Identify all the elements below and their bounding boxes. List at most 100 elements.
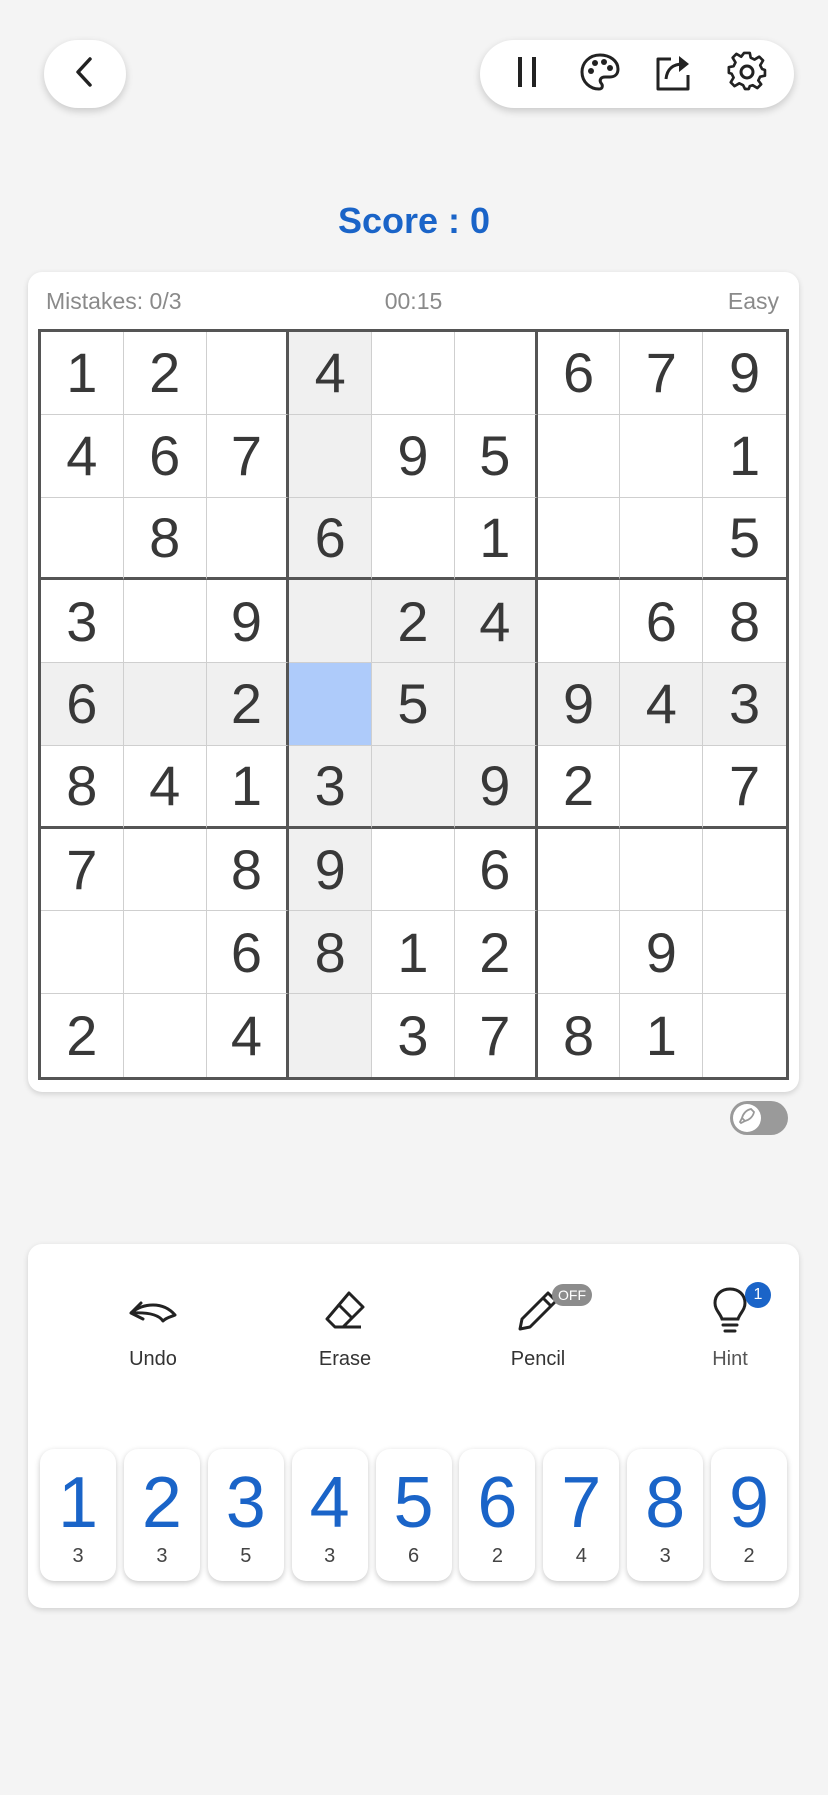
back-button[interactable] xyxy=(44,40,126,108)
grid-cell[interactable]: 7 xyxy=(454,994,538,1077)
grid-cell[interactable] xyxy=(537,414,621,498)
grid-cell[interactable]: 7 xyxy=(41,828,124,912)
number-key-2[interactable]: 23 xyxy=(123,1449,200,1581)
grid-cell[interactable] xyxy=(703,828,786,912)
grid-cell[interactable]: 8 xyxy=(537,994,621,1077)
erase-button[interactable]: Erase xyxy=(275,1280,415,1371)
grid-cell[interactable]: 9 xyxy=(289,828,373,912)
grid-cell[interactable]: 1 xyxy=(41,332,124,415)
grid-cell[interactable] xyxy=(123,994,207,1077)
grid-cell[interactable] xyxy=(454,332,538,415)
grid-cell[interactable]: 8 xyxy=(206,828,290,912)
grid-cell[interactable]: 6 xyxy=(289,497,373,581)
grid-cell[interactable] xyxy=(372,497,455,581)
grid-cell[interactable]: 9 xyxy=(372,414,455,498)
pause-button[interactable] xyxy=(497,44,557,104)
grid-cell[interactable]: 3 xyxy=(41,580,124,664)
grid-cell[interactable]: 1 xyxy=(454,497,538,581)
grid-cell[interactable] xyxy=(537,497,621,581)
grid-cell[interactable] xyxy=(206,332,290,415)
number-key-4[interactable]: 43 xyxy=(291,1449,368,1581)
grid-cell[interactable]: 3 xyxy=(372,994,455,1077)
grid-cell[interactable]: 2 xyxy=(41,994,124,1077)
grid-cell[interactable]: 4 xyxy=(41,414,124,498)
grid-cell[interactable]: 7 xyxy=(620,332,704,415)
grid-cell[interactable]: 5 xyxy=(454,414,538,498)
hint-button[interactable]: 1 Hint xyxy=(660,1280,800,1371)
number-key-9[interactable]: 92 xyxy=(711,1449,787,1581)
grid-cell[interactable] xyxy=(703,911,786,995)
grid-cell[interactable] xyxy=(372,828,455,912)
grid-cell[interactable]: 6 xyxy=(41,663,124,746)
grid-cell[interactable]: 9 xyxy=(620,911,704,995)
grid-cell[interactable]: 6 xyxy=(620,580,704,664)
grid-cell[interactable]: 6 xyxy=(123,414,207,498)
grid-cell[interactable]: 4 xyxy=(620,663,704,746)
grid-cell[interactable]: 9 xyxy=(537,663,621,746)
grid-cell[interactable] xyxy=(41,911,124,995)
boost-toggle[interactable] xyxy=(730,1101,788,1135)
grid-cell[interactable]: 6 xyxy=(537,332,621,415)
grid-cell[interactable]: 5 xyxy=(703,497,786,581)
grid-cell[interactable]: 7 xyxy=(703,745,786,829)
grid-cell[interactable]: 3 xyxy=(703,663,786,746)
grid-cell[interactable]: 2 xyxy=(537,745,621,829)
grid-cell[interactable]: 2 xyxy=(454,911,538,995)
grid-cell[interactable] xyxy=(372,332,455,415)
grid-cell[interactable]: 8 xyxy=(41,745,124,829)
grid-cell[interactable]: 1 xyxy=(206,745,290,829)
grid-cell[interactable] xyxy=(289,580,373,664)
grid-cell[interactable] xyxy=(123,911,207,995)
settings-button[interactable] xyxy=(717,44,777,104)
grid-cell[interactable]: 4 xyxy=(206,994,290,1077)
grid-cell[interactable]: 8 xyxy=(289,911,373,995)
grid-cell[interactable] xyxy=(620,414,704,498)
grid-cell[interactable]: 4 xyxy=(454,580,538,664)
grid-cell[interactable] xyxy=(289,414,373,498)
grid-cell[interactable] xyxy=(372,745,455,829)
grid-cell[interactable]: 5 xyxy=(372,663,455,746)
grid-cell[interactable]: 1 xyxy=(703,414,786,498)
grid-cell[interactable]: 4 xyxy=(289,332,373,415)
grid-cell[interactable] xyxy=(620,497,704,581)
grid-cell[interactable] xyxy=(289,994,373,1077)
theme-button[interactable] xyxy=(570,44,630,104)
grid-cell[interactable]: 9 xyxy=(206,580,290,664)
grid-cell[interactable] xyxy=(454,663,538,746)
grid-cell[interactable] xyxy=(123,663,207,746)
number-key-7[interactable]: 74 xyxy=(543,1449,620,1581)
grid-cell[interactable] xyxy=(123,828,207,912)
grid-cell[interactable] xyxy=(289,663,373,746)
grid-cell[interactable]: 1 xyxy=(620,994,704,1077)
grid-cell[interactable]: 8 xyxy=(123,497,207,581)
grid-cell[interactable]: 9 xyxy=(703,332,786,415)
grid-cell[interactable] xyxy=(620,745,704,829)
grid-cell[interactable]: 9 xyxy=(454,745,538,829)
grid-cell[interactable]: 8 xyxy=(703,580,786,664)
grid-cell[interactable]: 2 xyxy=(372,580,455,664)
grid-cell[interactable]: 4 xyxy=(123,745,207,829)
grid-cell[interactable]: 1 xyxy=(372,911,455,995)
grid-cell[interactable] xyxy=(620,828,704,912)
grid-cell[interactable] xyxy=(703,994,786,1077)
grid-cell[interactable] xyxy=(206,497,290,581)
grid-cell[interactable] xyxy=(537,580,621,664)
grid-cell[interactable]: 7 xyxy=(206,414,290,498)
number-key-1[interactable]: 13 xyxy=(40,1449,116,1581)
grid-cell[interactable] xyxy=(41,497,124,581)
grid-cell[interactable] xyxy=(537,911,621,995)
pencil-button[interactable]: OFF Pencil xyxy=(468,1280,608,1371)
number-key-3[interactable]: 35 xyxy=(207,1449,284,1581)
grid-cell[interactable] xyxy=(537,828,621,912)
grid-cell[interactable]: 6 xyxy=(206,911,290,995)
grid-cell[interactable]: 3 xyxy=(289,745,373,829)
share-button[interactable] xyxy=(644,44,704,104)
grid-cell[interactable]: 2 xyxy=(206,663,290,746)
grid-cell[interactable] xyxy=(123,580,207,664)
number-key-6[interactable]: 62 xyxy=(459,1449,536,1581)
undo-button[interactable]: Undo xyxy=(83,1280,223,1371)
number-key-8[interactable]: 83 xyxy=(627,1449,704,1581)
grid-cell[interactable]: 6 xyxy=(454,828,538,912)
grid-cell[interactable]: 2 xyxy=(123,332,207,415)
number-key-5[interactable]: 56 xyxy=(375,1449,452,1581)
